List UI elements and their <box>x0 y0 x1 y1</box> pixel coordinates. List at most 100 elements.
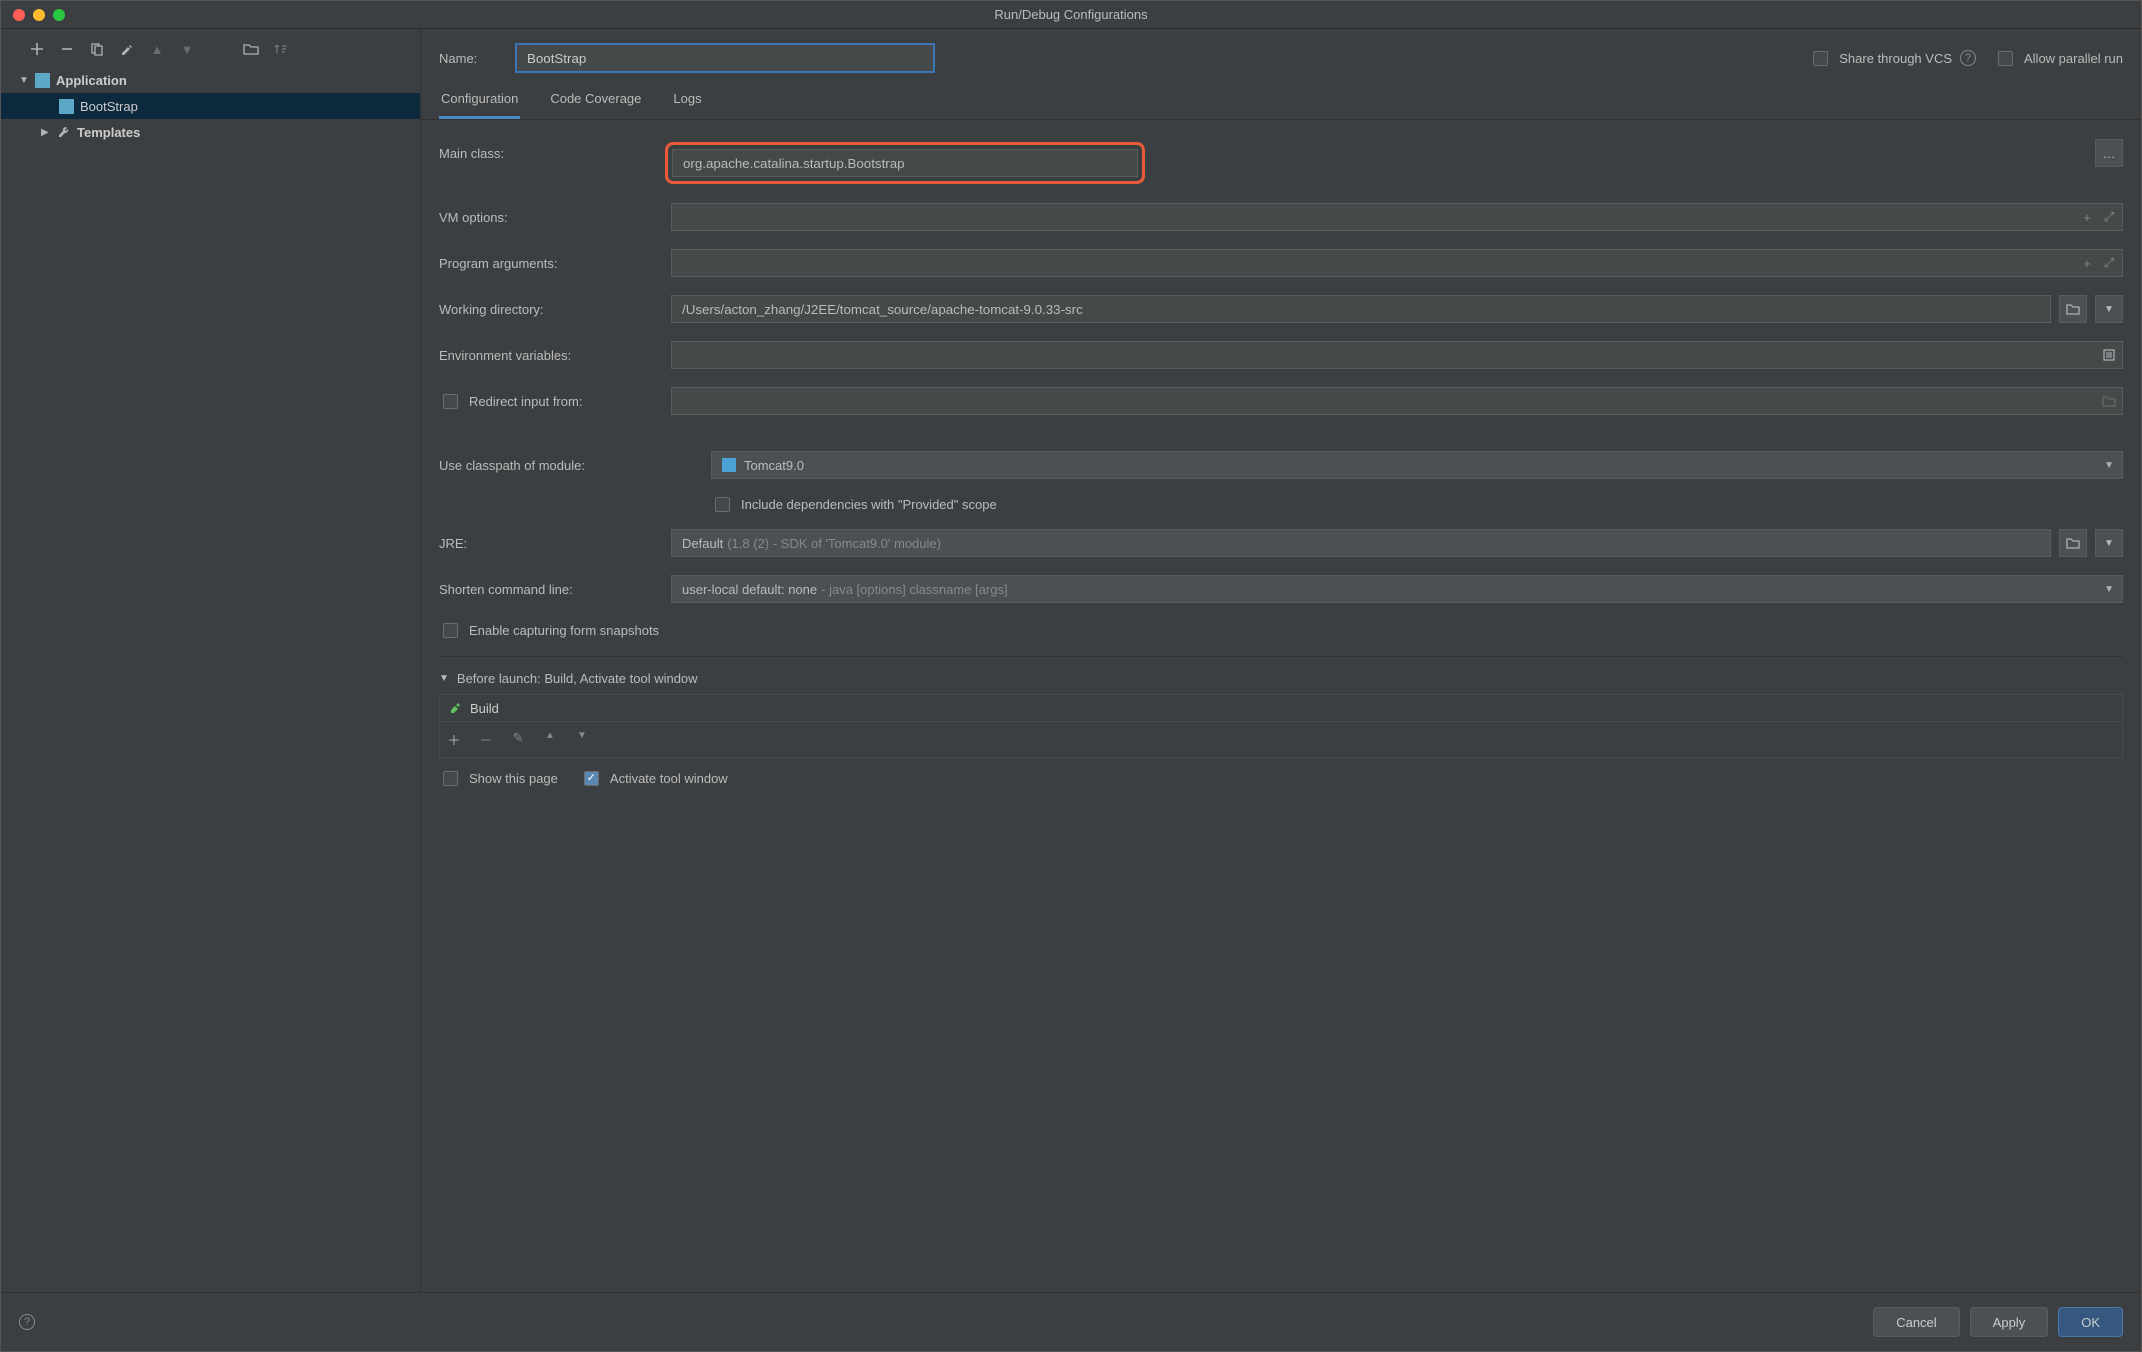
move-down-icon[interactable]: ▼ <box>179 41 195 57</box>
add-task-icon[interactable]: ＋ <box>446 730 462 749</box>
env-vars-list-icon[interactable] <box>2101 347 2117 363</box>
edit-defaults-icon[interactable] <box>119 41 135 57</box>
collapse-arrow-icon: ▶ <box>41 127 51 138</box>
sidebar: ▲ ▼ ▼ Application BootStrap ▶ <box>1 29 421 1292</box>
browse-main-class-button[interactable]: … <box>2095 139 2123 167</box>
include-provided-label: Include dependencies with "Provided" sco… <box>741 497 997 512</box>
tabs: Configuration Code Coverage Logs <box>421 73 2141 120</box>
apply-button[interactable]: Apply <box>1970 1307 2049 1337</box>
expand-field-icon[interactable]: ⤢ <box>2101 255 2117 271</box>
window-title: Run/Debug Configurations <box>1 7 2141 22</box>
browse-file-icon <box>2101 393 2117 409</box>
include-provided-box[interactable] <box>715 497 730 512</box>
main-class-row: Main class: … <box>439 130 2123 176</box>
env-vars-row: Environment variables: <box>439 332 2123 378</box>
tree-label: Templates <box>77 125 140 140</box>
shorten-cmd-value: user-local default: none <box>682 582 817 597</box>
jre-label: JRE: <box>439 536 659 551</box>
shorten-cmd-hint: - java [options] classname [args] <box>821 582 1007 597</box>
insert-macro-icon[interactable]: + <box>2079 209 2095 225</box>
cancel-button[interactable]: Cancel <box>1873 1307 1959 1337</box>
before-launch-item-label: Build <box>470 701 499 716</box>
before-launch-section: ▼ Before launch: Build, Activate tool wi… <box>439 656 2123 799</box>
enable-capture-label: Enable capturing form snapshots <box>469 623 659 638</box>
redirect-input-label: Redirect input from: <box>469 394 582 409</box>
build-icon <box>448 701 462 715</box>
vm-options-label: VM options: <box>439 210 659 225</box>
module-icon <box>722 458 736 472</box>
before-launch-item[interactable]: Build <box>440 695 2122 721</box>
activate-tool-window-box[interactable] <box>584 771 599 786</box>
before-launch-toolbar: ＋ － ✎ ▲ ▼ <box>440 721 2122 757</box>
classpath-label: Use classpath of module: <box>439 458 699 473</box>
show-this-page-checkbox[interactable]: Show this page <box>439 768 558 789</box>
tree-node-bootstrap[interactable]: BootStrap <box>1 93 420 119</box>
classpath-row: Use classpath of module: Tomcat9.0 ▼ <box>439 442 2123 488</box>
edit-task-icon[interactable]: ✎ <box>510 730 526 749</box>
before-launch-title: Before launch: Build, Activate tool wind… <box>457 671 698 686</box>
sort-icon[interactable] <box>273 41 289 57</box>
share-vcs-box[interactable] <box>1813 51 1828 66</box>
move-up-icon[interactable]: ▲ <box>149 41 165 57</box>
enable-capture-checkbox[interactable]: Enable capturing form snapshots <box>439 620 659 641</box>
tab-logs[interactable]: Logs <box>671 91 703 119</box>
share-vcs-checkbox[interactable]: Share through VCS ? <box>1809 48 1976 69</box>
chevron-down-icon: ▼ <box>2104 584 2114 595</box>
working-dir-input[interactable] <box>671 295 2051 323</box>
redirect-input-row: Redirect input from: <box>439 378 2123 424</box>
titlebar: Run/Debug Configurations <box>1 1 2141 29</box>
env-vars-input[interactable] <box>671 341 2123 369</box>
help-icon[interactable]: ? <box>1960 50 1976 66</box>
jre-dropdown[interactable]: Default (1.8 (2) - SDK of 'Tomcat9.0' mo… <box>671 529 2051 557</box>
expand-field-icon[interactable]: ⤢ <box>2101 209 2117 225</box>
jre-hint: (1.8 (2) - SDK of 'Tomcat9.0' module) <box>727 536 941 551</box>
browse-folder-button[interactable] <box>2059 295 2087 323</box>
name-input[interactable] <box>515 43 935 73</box>
before-launch-header[interactable]: ▼ Before launch: Build, Activate tool wi… <box>439 667 2123 690</box>
expand-arrow-icon: ▼ <box>19 75 29 86</box>
program-args-input[interactable] <box>671 249 2123 277</box>
copy-config-icon[interactable] <box>89 41 105 57</box>
working-dir-row: Working directory: ▼ <box>439 286 2123 332</box>
traffic-lights <box>1 9 65 21</box>
jre-dropdown-button[interactable]: ▼ <box>2095 529 2123 557</box>
name-row: Name: Share through VCS ? Allow parallel… <box>421 29 2141 73</box>
move-up-task-icon[interactable]: ▲ <box>542 730 558 749</box>
tree-node-application[interactable]: ▼ Application <box>1 67 420 93</box>
help-button[interactable]: ? <box>19 1314 35 1330</box>
highlight-annotation <box>665 142 1145 184</box>
allow-parallel-checkbox[interactable]: Allow parallel run <box>1994 48 2123 69</box>
show-this-page-box[interactable] <box>443 771 458 786</box>
activate-tool-window-checkbox[interactable]: Activate tool window <box>580 768 728 789</box>
allow-parallel-box[interactable] <box>1998 51 2013 66</box>
include-provided-checkbox[interactable]: Include dependencies with "Provided" sco… <box>711 494 997 515</box>
main-panel: Name: Share through VCS ? Allow parallel… <box>421 29 2141 1292</box>
remove-config-icon[interactable] <box>59 41 75 57</box>
program-args-row: Program arguments: + ⤢ <box>439 240 2123 286</box>
enable-capture-box[interactable] <box>443 623 458 638</box>
minimize-window-button[interactable] <box>33 9 45 21</box>
working-dir-dropdown-button[interactable]: ▼ <box>2095 295 2123 323</box>
redirect-input-box[interactable] <box>443 394 458 409</box>
close-window-button[interactable] <box>13 9 25 21</box>
main-class-input[interactable] <box>672 149 1138 177</box>
sidebar-toolbar: ▲ ▼ <box>1 35 420 67</box>
add-config-icon[interactable] <box>29 41 45 57</box>
vm-options-input[interactable] <box>671 203 2123 231</box>
ok-button[interactable]: OK <box>2058 1307 2123 1337</box>
shorten-cmd-dropdown[interactable]: user-local default: none - java [options… <box>671 575 2123 603</box>
folder-icon[interactable] <box>243 41 259 57</box>
name-label: Name: <box>439 51 499 66</box>
insert-macro-icon[interactable]: + <box>2079 255 2095 271</box>
zoom-window-button[interactable] <box>53 9 65 21</box>
tab-configuration[interactable]: Configuration <box>439 91 520 119</box>
redirect-input-checkbox[interactable]: Redirect input from: <box>439 391 659 412</box>
classpath-module-dropdown[interactable]: Tomcat9.0 ▼ <box>711 451 2123 479</box>
browse-jre-button[interactable] <box>2059 529 2087 557</box>
tree-node-templates[interactable]: ▶ Templates <box>1 119 420 145</box>
tab-code-coverage[interactable]: Code Coverage <box>548 91 643 119</box>
move-down-task-icon[interactable]: ▼ <box>574 730 590 749</box>
remove-task-icon[interactable]: － <box>478 730 494 749</box>
wrench-icon <box>57 125 71 139</box>
dialog-window: Run/Debug Configurations ▲ ▼ ▼ Applicati… <box>0 0 2142 1352</box>
